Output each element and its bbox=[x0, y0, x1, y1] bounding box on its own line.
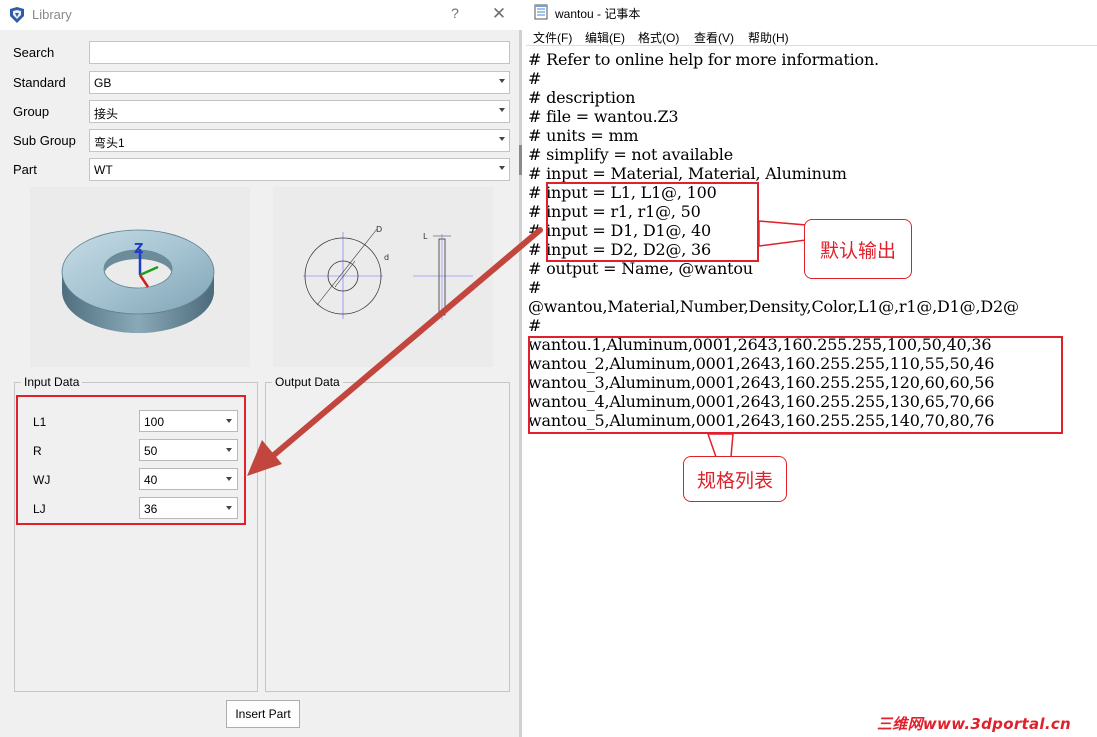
close-button[interactable]: ✕ bbox=[490, 4, 508, 24]
menu-edit[interactable]: 编辑(E) bbox=[585, 29, 625, 46]
subgroup-dropdown[interactable]: 弯头1 bbox=[89, 129, 510, 152]
subgroup-value: 弯头1 bbox=[94, 136, 125, 150]
text-line: # units = mm bbox=[528, 126, 639, 145]
group-label: Group bbox=[13, 104, 50, 119]
menu-view[interactable]: 查看(V) bbox=[694, 29, 734, 46]
default-output-callout: 默认输出 bbox=[804, 219, 912, 279]
text-line: # Refer to online help for more informat… bbox=[528, 50, 879, 69]
output-data-group: Output Data bbox=[265, 375, 510, 692]
insert-part-button[interactable]: Insert Part bbox=[226, 700, 300, 728]
text-line: # simplify = not available bbox=[528, 145, 733, 164]
subgroup-label: Sub Group bbox=[13, 133, 76, 148]
input-data-title: Input Data bbox=[21, 375, 83, 389]
menu-help[interactable]: 帮助(H) bbox=[748, 29, 789, 46]
text-line: # bbox=[528, 316, 542, 335]
group-dropdown[interactable]: 接头 bbox=[89, 100, 510, 123]
group-value: 接头 bbox=[94, 107, 119, 121]
z-axis-label: Z bbox=[134, 242, 143, 257]
washer-3d-model: Z bbox=[61, 229, 215, 333]
spec-list-callout-text: 规格列表 bbox=[696, 469, 773, 492]
text-line: # file = wantou.Z3 bbox=[528, 107, 679, 126]
output-data-title: Output Data bbox=[272, 375, 343, 389]
notepad-title: wantou - 记事本 bbox=[555, 7, 641, 21]
notepad-titlebar: wantou - 记事本 bbox=[526, 0, 1097, 26]
part-dropdown[interactable]: WT bbox=[89, 158, 510, 181]
menu-file[interactable]: 文件(F) bbox=[533, 29, 572, 46]
chevron-down-icon bbox=[499, 79, 505, 83]
part-3d-preview[interactable]: Z bbox=[30, 187, 250, 367]
text-line: @wantou,Material,Number,Density,Color,L1… bbox=[528, 297, 1019, 316]
part-2d-drawing[interactable]: D d L bbox=[273, 187, 493, 367]
library-scroll-thumb[interactable] bbox=[519, 145, 522, 175]
text-line: # bbox=[528, 69, 542, 88]
spec-list-highlight bbox=[528, 336, 1063, 434]
library-app-icon bbox=[10, 7, 24, 23]
library-scrollbar[interactable] bbox=[519, 30, 522, 737]
diameter-D-label: D bbox=[376, 225, 382, 234]
spec-list-callout: 规格列表 bbox=[683, 456, 787, 502]
chevron-down-icon bbox=[499, 137, 505, 141]
standard-value: GB bbox=[94, 76, 112, 90]
site-watermark: 三维网www.3dportal.cn bbox=[877, 715, 1072, 733]
library-titlebar: Library ? ✕ bbox=[0, 0, 522, 30]
chevron-down-icon bbox=[499, 108, 505, 112]
standard-label: Standard bbox=[13, 75, 66, 90]
library-title: Library bbox=[32, 7, 72, 22]
notepad-menubar: 文件(F) 编辑(E) 格式(O) 查看(V) 帮助(H) bbox=[526, 26, 1097, 46]
default-output-highlight bbox=[546, 182, 759, 262]
help-button[interactable]: ? bbox=[447, 5, 463, 23]
washer-2d-drawing: D d L bbox=[303, 225, 473, 320]
default-output-callout-text: 默认输出 bbox=[819, 239, 896, 262]
input-data-highlight bbox=[16, 395, 246, 525]
standard-dropdown[interactable]: GB bbox=[89, 71, 510, 94]
menu-format[interactable]: 格式(O) bbox=[638, 29, 679, 46]
search-input[interactable] bbox=[89, 41, 510, 64]
text-line: # bbox=[528, 278, 542, 297]
chevron-down-icon bbox=[499, 166, 505, 170]
notepad-icon bbox=[534, 4, 548, 20]
text-line: # input = Material, Material, Aluminum bbox=[528, 164, 847, 183]
diameter-d-label: d bbox=[384, 253, 389, 262]
part-label: Part bbox=[13, 162, 37, 177]
search-label: Search bbox=[13, 45, 55, 60]
library-window: Library ? ✕ Search Standard GB Group 接头 … bbox=[0, 0, 522, 737]
part-value: WT bbox=[94, 163, 113, 177]
length-L-label: L bbox=[423, 232, 428, 241]
text-line: # description bbox=[528, 88, 636, 107]
